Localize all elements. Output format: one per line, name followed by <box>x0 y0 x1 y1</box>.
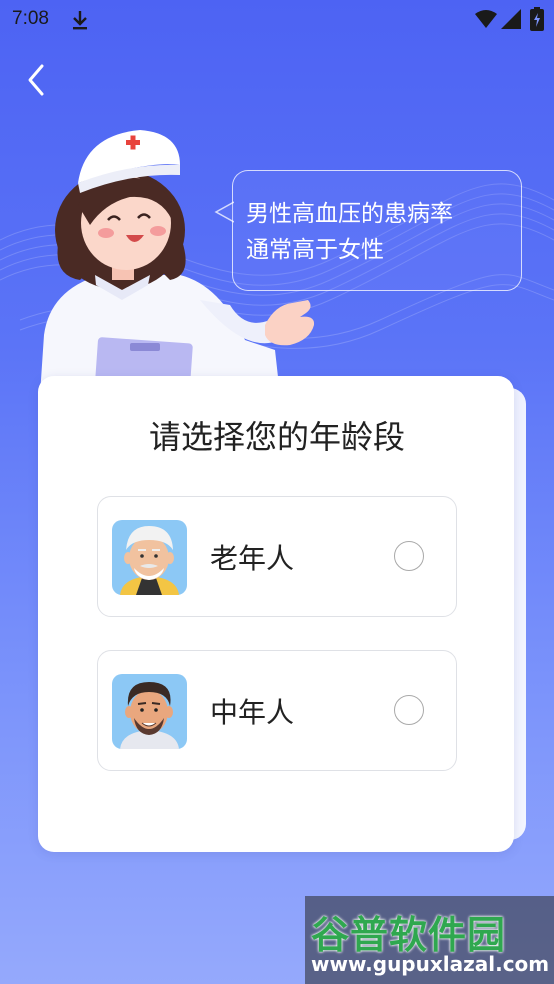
option-label: 老年人 <box>210 542 295 575</box>
elderly-man-avatar <box>112 520 187 595</box>
card-title: 请选择您的年龄段 <box>148 418 405 456</box>
middle-aged-man-avatar <box>112 674 187 749</box>
speech-bubble-tail <box>214 201 234 223</box>
signal-icon <box>501 9 521 29</box>
option-label: 中年人 <box>210 696 295 729</box>
download-icon <box>73 11 87 30</box>
option-elderly[interactable]: 老年人 <box>97 496 457 617</box>
status-time: 7:08 <box>12 8 49 29</box>
status-bar: 7:08 <box>0 0 554 40</box>
health-tip-text: 男性高血压的患病率 通常高于女性 <box>246 201 453 263</box>
radio-elderly[interactable] <box>394 541 424 571</box>
radio-middle-aged[interactable] <box>394 695 424 725</box>
watermark-url: www.gupuxlazal.com <box>311 952 550 976</box>
watermark: 谷普软件园 www.gupuxlazal.com <box>305 896 554 984</box>
battery-icon <box>530 7 544 31</box>
wifi-icon <box>475 10 497 28</box>
option-middle-aged[interactable]: 中年人 <box>97 650 457 771</box>
watermark-brand: 谷普软件园 <box>311 913 507 957</box>
back-button[interactable] <box>20 62 54 98</box>
